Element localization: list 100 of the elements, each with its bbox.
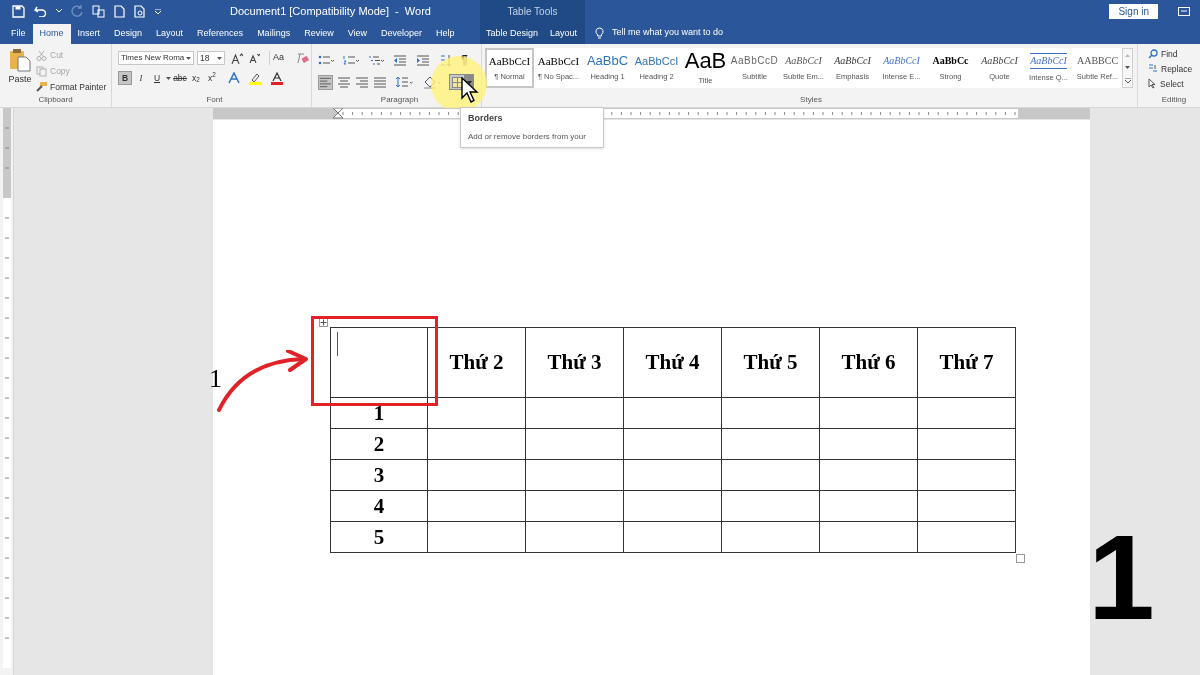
copy-icon [36, 65, 47, 77]
ribbon-tab[interactable]: Layout [544, 24, 584, 44]
caret-icon[interactable] [186, 56, 191, 60]
bullets-icon[interactable] [318, 54, 334, 66]
align-left-button[interactable] [318, 74, 333, 90]
clear-formatting-icon[interactable] [297, 52, 309, 64]
style-preview: AaBbCcI [785, 53, 822, 68]
group-label: Font [206, 94, 223, 106]
style-preview: AaBbCcI [834, 53, 871, 68]
style-preview: AaBbCcD [730, 53, 779, 68]
editing-button[interactable]: Find [1148, 48, 1200, 61]
shrink-font-icon[interactable] [249, 53, 260, 63]
tell-me-search[interactable]: Tell me what you want to do [612, 26, 724, 40]
lightbulb-icon[interactable] [595, 27, 604, 39]
editing-button[interactable]: Replace [1148, 62, 1200, 76]
multilevel-list-icon[interactable] [368, 54, 384, 66]
format-button[interactable]: B [118, 71, 132, 85]
group-label: Clipboard [38, 94, 73, 107]
print-preview-icon[interactable] [134, 4, 146, 18]
new-document-icon[interactable] [114, 4, 125, 18]
more-styles-icon[interactable] [1124, 77, 1131, 83]
corner-number: 1 [1088, 512, 1155, 642]
table-cell: Thứ 2 [427, 327, 526, 398]
ribbon-tab[interactable]: Design [107, 24, 150, 44]
numbering-icon[interactable] [343, 54, 359, 66]
style-preview: AABBCC [1076, 53, 1119, 68]
format-painter-icon [36, 81, 47, 93]
highlight-icon[interactable] [249, 71, 262, 85]
save-icon[interactable] [12, 4, 25, 18]
ribbon-tab[interactable]: View [340, 24, 374, 44]
font-name-field[interactable]: Times New Roma [118, 51, 194, 65]
table-resize-handle-icon[interactable] [1016, 554, 1025, 563]
style-preview: AaBbCcI [634, 53, 679, 68]
decrease-indent-icon[interactable] [393, 54, 407, 66]
table-cell: Thứ 7 [917, 327, 1016, 398]
format-button[interactable]: x$^{2}$ [205, 71, 219, 85]
table-cell: 1 [330, 397, 428, 429]
ribbon-tab[interactable]: Review [297, 24, 341, 44]
paste-icon[interactable] [9, 48, 31, 72]
format-button[interactable]: abc [173, 71, 187, 85]
sign-in-button[interactable]: Sign in [1109, 3, 1158, 19]
contextual-tab-label: Table Tools [507, 4, 558, 19]
touch-mode-icon[interactable] [92, 4, 105, 18]
cut-icon [36, 49, 47, 61]
undo-icon[interactable] [34, 5, 47, 17]
text-cursor [337, 332, 338, 356]
table-move-handle-icon[interactable] [319, 318, 328, 327]
tooltip-title: Borders [468, 112, 504, 125]
caret-icon[interactable] [56, 9, 62, 13]
caret-icon [467, 80, 472, 84]
editing-button[interactable]: Select [1148, 77, 1200, 91]
style-preview: AaBbCcI [981, 53, 1018, 68]
font-size-field[interactable]: 18 [197, 51, 225, 65]
table-cell: 5 [330, 521, 428, 553]
table-cell: 4 [330, 490, 428, 522]
ribbon-tab[interactable]: Table Design [480, 24, 545, 44]
ribbon-tab[interactable]: Insert [70, 24, 108, 44]
text-effects-icon[interactable] [228, 72, 240, 84]
step-number: 1 [209, 364, 222, 394]
style-preview: AaBbCc [932, 53, 969, 68]
style-preview: AaBbCcI [1030, 52, 1067, 69]
mouse-pointer-icon [461, 77, 479, 103]
caret-icon[interactable] [166, 76, 171, 80]
format-button[interactable]: I [134, 71, 148, 85]
search-icon [1148, 49, 1158, 60]
style-preview: AaBbCcI [488, 53, 531, 68]
group-label: Editing [1161, 94, 1187, 106]
ribbon-tab[interactable]: Mailings [250, 24, 298, 44]
ribbon-tab[interactable]: Home [32, 24, 71, 44]
group-label: Styles [800, 94, 822, 106]
style-preview: AaBbCcI [537, 53, 580, 68]
ribbon-display-icon[interactable] [1178, 6, 1190, 16]
ribbon-tab[interactable]: File [4, 24, 33, 44]
increase-indent-icon[interactable] [416, 54, 430, 66]
table-cell: Thứ 5 [721, 327, 820, 398]
style-preview: AaBbCcI [883, 53, 920, 68]
paste-label[interactable]: Paste [8, 73, 32, 87]
window-title: Document1 [Compatibility Mode] - Word [230, 3, 431, 19]
font-color-icon[interactable] [271, 71, 283, 85]
style-preview: AaBbC [586, 53, 629, 68]
caret-icon[interactable] [217, 56, 222, 60]
table-cell: Thứ 3 [525, 327, 624, 398]
ribbon-tab[interactable]: Developer [374, 24, 430, 44]
clipboard-button[interactable]: Format Painter [36, 80, 107, 94]
change-case-button[interactable]: Aa [269, 51, 284, 65]
table-cell: 2 [330, 428, 428, 460]
table-cell: Thứ 6 [819, 327, 918, 398]
scroll-down-icon[interactable] [1125, 65, 1130, 69]
replace-icon [1148, 64, 1158, 75]
table-cell: 3 [330, 459, 428, 491]
ribbon-tab[interactable]: Layout [149, 24, 191, 44]
customize-caret-icon[interactable] [155, 8, 161, 14]
line-spacing-icon[interactable] [395, 76, 413, 88]
group-label: Paragraph [380, 94, 419, 106]
tooltip-text: Add or remove borders from your [468, 130, 587, 143]
format-button[interactable]: U [150, 71, 164, 85]
ribbon-tab[interactable]: Help [429, 24, 462, 44]
style-preview: AaB [684, 49, 727, 72]
ribbon-tab[interactable]: References [190, 24, 251, 44]
grow-font-icon[interactable] [231, 52, 243, 64]
